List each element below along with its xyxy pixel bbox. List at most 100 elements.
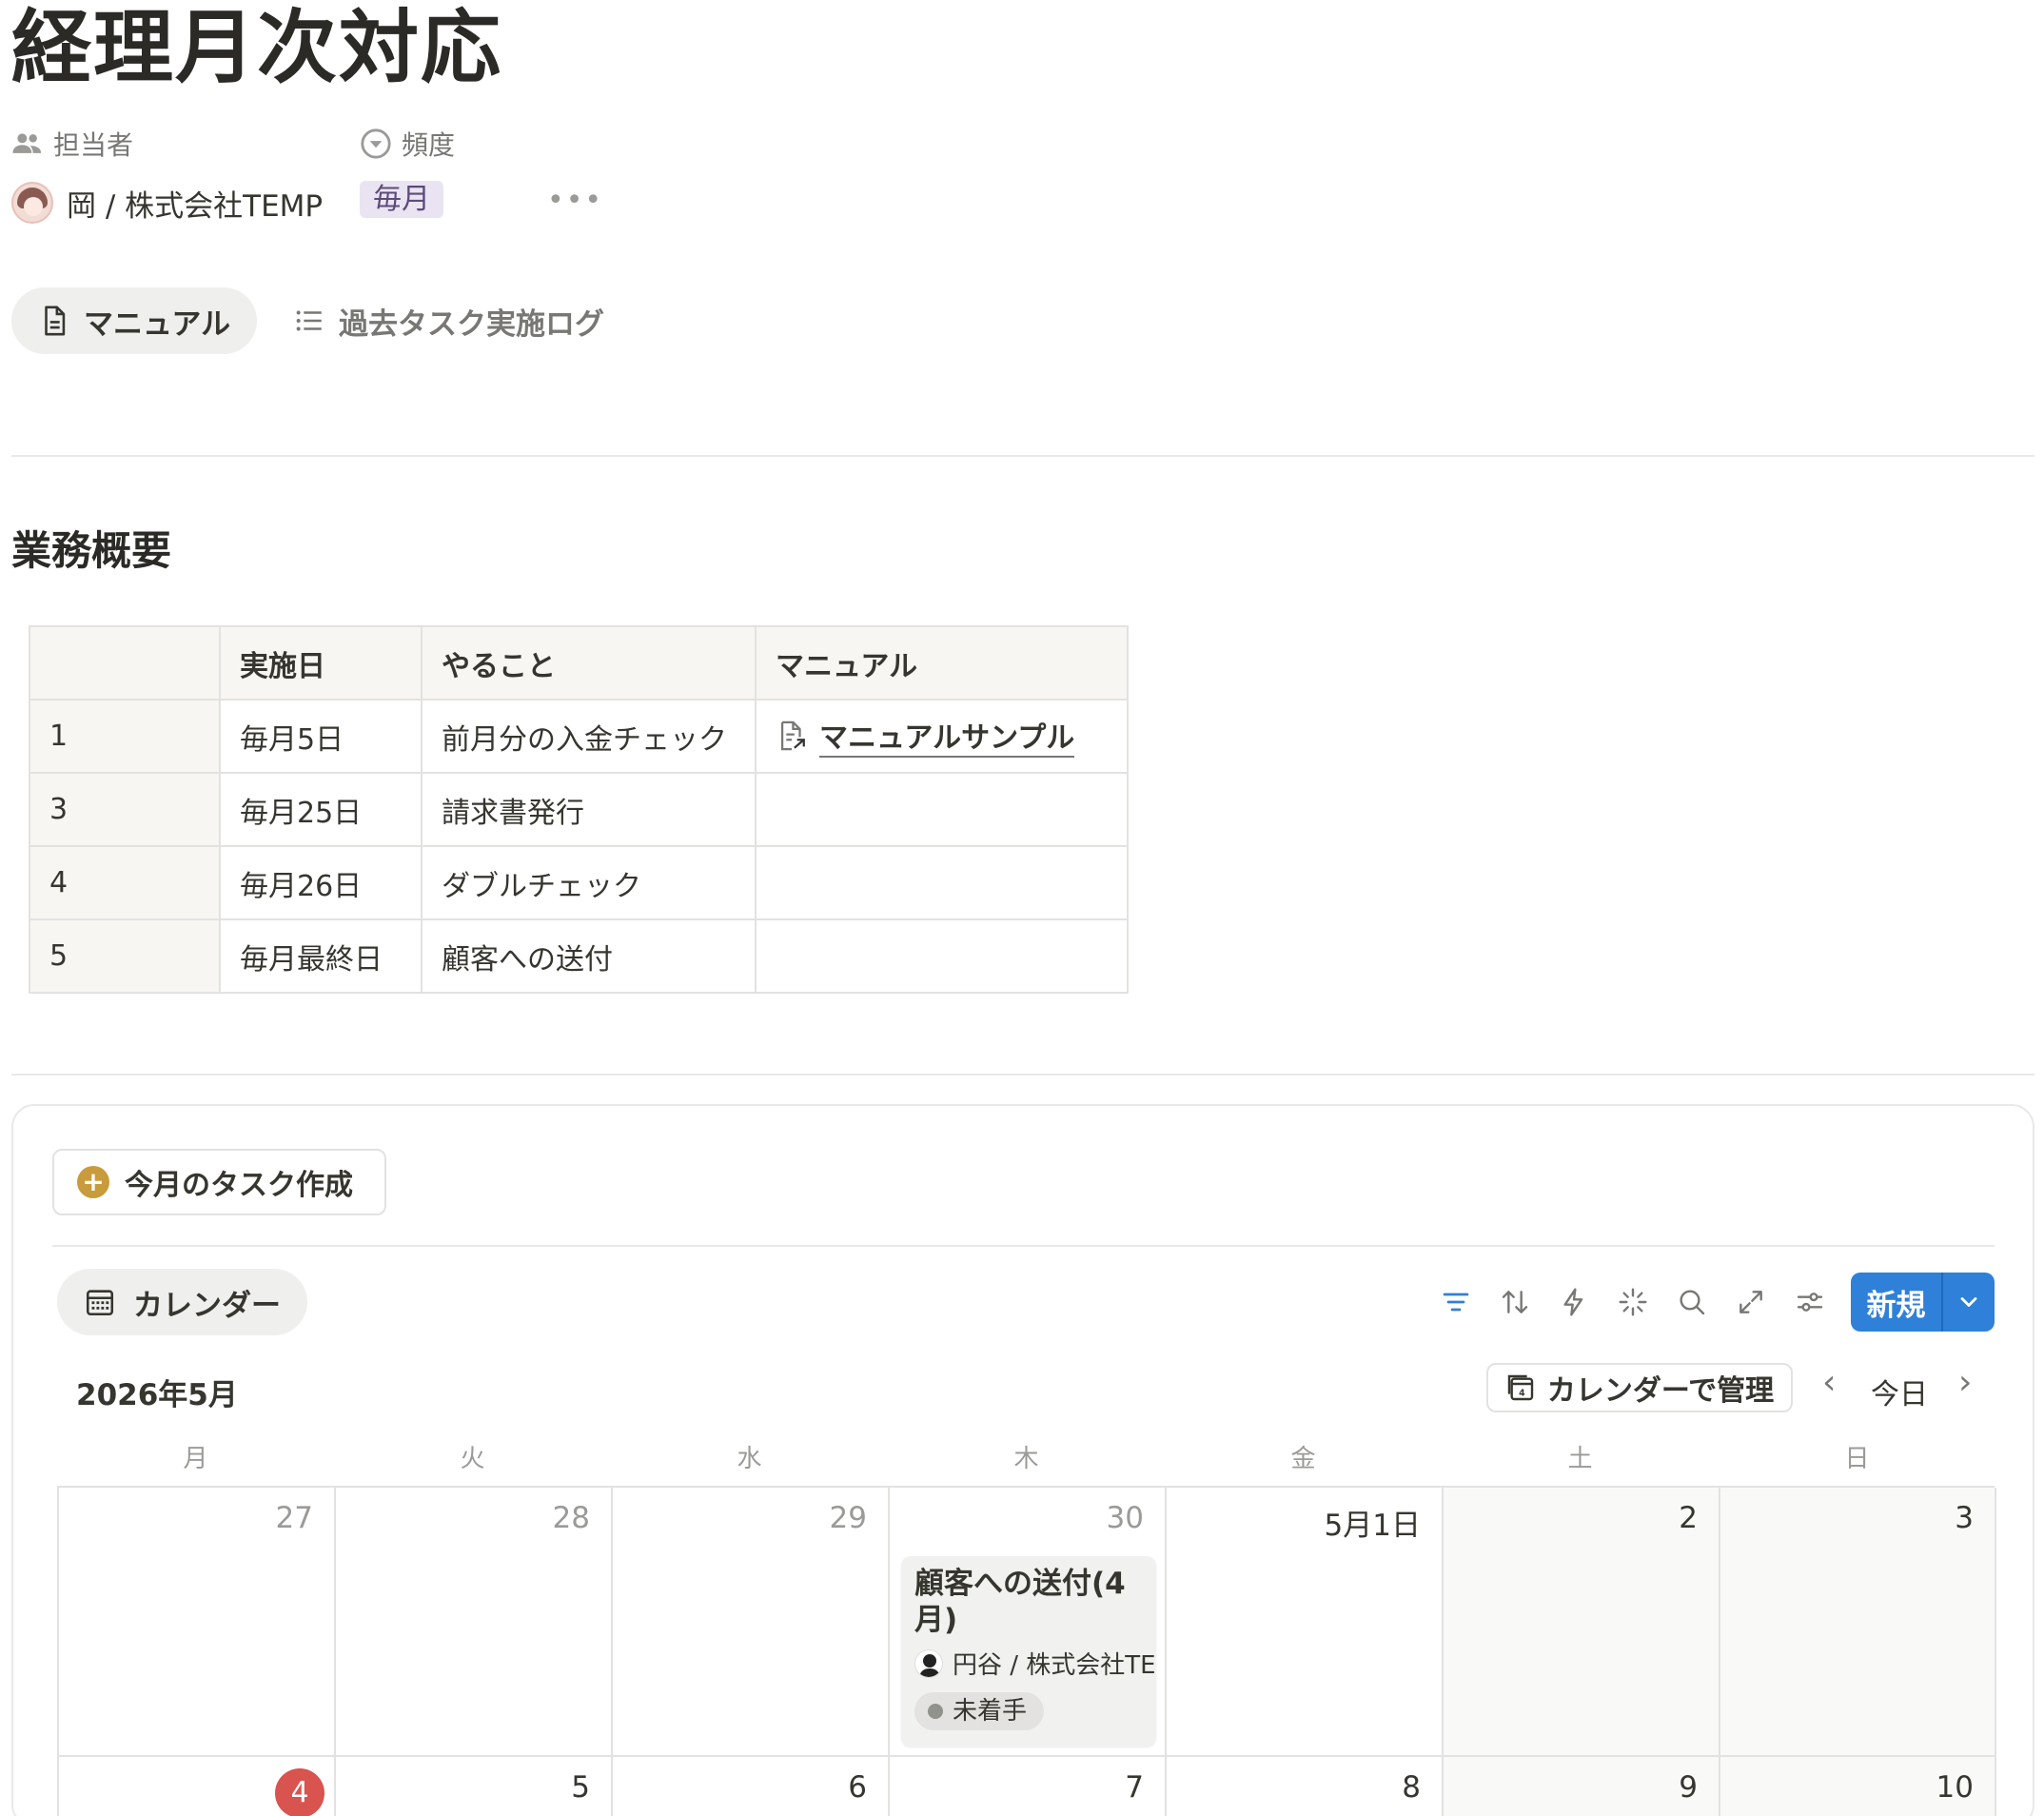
table-row: 3 毎月25日 請求書発行 (29, 772, 1129, 847)
assignee-label-text: 担当者 (53, 129, 134, 161)
calendar-day-cell[interactable]: 30 顧客への送付(4月) 円谷 / 株式会社TEMP 未着手 (890, 1488, 1167, 1757)
table-cell[interactable]: 5 (29, 918, 221, 994)
table-row: 5 毎月最終日 顧客への送付 (29, 918, 1129, 994)
weekday-header: 金 (1290, 1445, 1316, 1473)
assignee-property-label[interactable]: 担当者 (11, 125, 133, 163)
table-cell[interactable]: ダブルチェック (421, 845, 757, 920)
table-cell[interactable]: 毎月最終日 (219, 918, 423, 994)
manage-button-label: カレンダーで管理 (1546, 1374, 1775, 1408)
avatar (914, 1648, 943, 1678)
day-number: 30 (1106, 1501, 1144, 1535)
day-number: 29 (829, 1501, 867, 1535)
table-cell[interactable] (755, 918, 1129, 994)
assignee-value[interactable]: 岡 / 株式会社TEMP (11, 179, 323, 227)
calendar-day-cell[interactable]: 10 (1720, 1757, 1996, 1816)
table-header-cell[interactable] (29, 625, 221, 701)
frequency-value[interactable]: 毎月 (360, 181, 443, 219)
search-icon[interactable] (1671, 1281, 1713, 1323)
day-number: 5 (571, 1770, 590, 1805)
new-button-dropdown[interactable] (1943, 1273, 1995, 1332)
event-title: 顧客への送付(4月) (914, 1567, 1126, 1637)
filter-icon[interactable] (1435, 1281, 1477, 1323)
divider (11, 1074, 2034, 1076)
view-tab-calendar[interactable]: カレンダー (57, 1269, 307, 1335)
table-cell[interactable]: 毎月5日 (219, 699, 423, 774)
day-number: 3 (1955, 1501, 1974, 1535)
table-cell[interactable]: 3 (29, 772, 221, 847)
section-heading: 業務概要 (11, 527, 172, 574)
settings-icon[interactable] (1789, 1281, 1831, 1323)
calendar-app-icon: 4 (1507, 1374, 1534, 1401)
table-cell[interactable]: 4 (29, 845, 221, 920)
event-card[interactable]: 顧客への送付(4月) 円谷 / 株式会社TEMP 未着手 (901, 1556, 1156, 1747)
day-number: 27 (275, 1501, 313, 1535)
tab-past-task-log[interactable]: 過去タスク実施ログ (293, 287, 631, 354)
previous-month-button[interactable]: ‹ (1822, 1363, 1836, 1402)
table-cell[interactable] (755, 845, 1129, 920)
weekday-header: 水 (737, 1445, 762, 1473)
calendar-day-cell[interactable]: 29 (613, 1488, 890, 1757)
ai-icon[interactable] (1612, 1281, 1654, 1323)
calendar-icon (86, 1290, 114, 1316)
manual-link-text: マニュアルサンプル (819, 714, 1075, 758)
weekday-header: 日 (1844, 1445, 1870, 1473)
new-button[interactable]: 新規 (1851, 1273, 1943, 1332)
calendar-day-cell[interactable]: 6 (613, 1757, 890, 1816)
table-cell[interactable] (755, 772, 1129, 847)
weekday-header: 火 (460, 1445, 485, 1473)
calendar-day-cell[interactable]: 2 (1444, 1488, 1720, 1757)
calendar-day-cell[interactable]: 28 (336, 1488, 613, 1757)
frequency-property-label[interactable]: 頻度 (360, 125, 455, 163)
manage-in-calendar-button[interactable]: 4 カレンダーで管理 (1486, 1363, 1793, 1412)
avatar (11, 182, 53, 224)
day-number: 6 (848, 1770, 867, 1805)
calendar-day-cell[interactable]: 9 (1444, 1757, 1720, 1816)
table-cell[interactable]: 請求書発行 (421, 772, 757, 847)
plus-circle-icon: + (77, 1166, 109, 1198)
create-button-label: 今月のタスク作成 (125, 1169, 353, 1202)
new-button-group: 新規 (1851, 1273, 1995, 1332)
table-header-cell[interactable]: 実施日 (219, 625, 423, 701)
status-text: 未着手 (953, 1697, 1028, 1726)
table-row: 1 毎月5日 前月分の入金チェック マニュアルサンプル (29, 699, 1129, 774)
next-month-button[interactable]: › (1958, 1363, 1972, 1402)
table-cell[interactable]: 1 (29, 699, 221, 774)
table-header-cell[interactable]: やること (421, 625, 757, 701)
create-monthly-tasks-button[interactable]: + 今月のタスク作成 (52, 1149, 386, 1215)
table-cell[interactable]: 毎月25日 (219, 772, 423, 847)
table-cell[interactable]: 毎月26日 (219, 845, 423, 920)
calendar-day-cell[interactable]: 3 (1720, 1488, 1996, 1757)
tab-past-task-log-label: 過去タスク実施ログ (339, 306, 604, 342)
table-cell[interactable]: 顧客への送付 (421, 918, 757, 994)
select-circle-icon (361, 128, 391, 159)
tab-manual-label: マニュアル (84, 306, 231, 342)
expand-icon[interactable] (1730, 1281, 1772, 1323)
list-icon (296, 310, 322, 331)
document-icon (45, 306, 66, 336)
people-icon (12, 133, 42, 153)
today-button[interactable]: 今日 (1871, 1371, 1928, 1412)
event-assignee: 円谷 / 株式会社TEMP (914, 1646, 1156, 1681)
divider (11, 455, 2034, 457)
table-row: 4 毎月26日 ダブルチェック (29, 845, 1129, 920)
calendar-month-label: 2026年5月 (76, 1378, 238, 1412)
svg-text:4: 4 (1519, 1389, 1525, 1399)
calendar-day-cell[interactable]: 5月1日 (1167, 1488, 1444, 1757)
today-date-badge: 4 (275, 1768, 324, 1816)
automation-icon[interactable] (1553, 1281, 1595, 1323)
table-cell[interactable]: マニュアルサンプル (755, 699, 1129, 774)
table-header-cell[interactable]: マニュアル (755, 625, 1129, 701)
sort-icon[interactable] (1494, 1281, 1536, 1323)
tab-manual[interactable]: マニュアル (11, 287, 258, 354)
table-cell[interactable]: 前月分の入金チェック (421, 699, 757, 774)
divider (52, 1245, 1995, 1247)
manual-page-link[interactable]: マニュアルサンプル (776, 714, 1075, 758)
event-assignee-name: 円谷 / 株式会社TEMP (953, 1651, 1156, 1680)
calendar-day-cell[interactable]: 5 (336, 1757, 613, 1816)
calendar-day-cell[interactable]: 7 (890, 1757, 1167, 1816)
calendar-day-cell[interactable]: 4 (59, 1757, 336, 1816)
more-properties-button[interactable]: ••• (547, 184, 603, 217)
frequency-tag: 毎月 (360, 181, 443, 218)
calendar-day-cell[interactable]: 8 (1167, 1757, 1444, 1816)
calendar-day-cell[interactable]: 27 (59, 1488, 336, 1757)
